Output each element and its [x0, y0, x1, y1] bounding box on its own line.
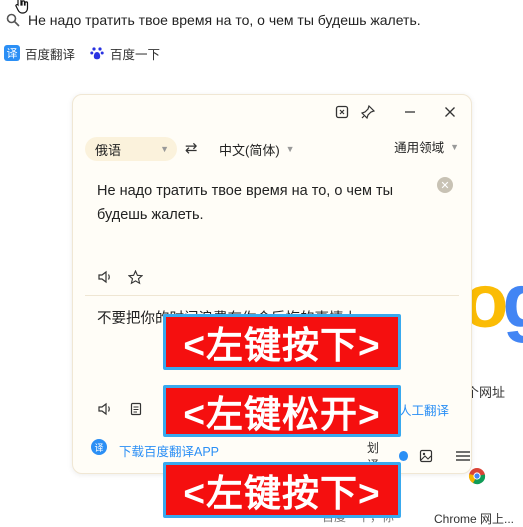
clear-icon[interactable]: ✕: [437, 177, 453, 193]
mouse-action-overlay: <左键按下>: [163, 462, 401, 518]
human-translation-link[interactable]: 人工翻译: [399, 400, 449, 419]
shortcut-baidu-search[interactable]: 百度一下: [85, 44, 164, 63]
minimize-icon[interactable]: [401, 103, 419, 121]
chevron-down-icon: ▼: [450, 141, 459, 152]
language-row: 俄语 ▼ ⇄ 中文(简体) ▼ 通用领域 ▼: [85, 137, 459, 161]
bg-chrome-label[interactable]: Chrome 网上...: [434, 510, 514, 527]
close-icon[interactable]: [441, 103, 459, 121]
search-query-text[interactable]: Не надо тратить твое время на то, о чем …: [28, 12, 421, 28]
swap-icon[interactable]: ⇄: [185, 139, 198, 157]
chevron-down-icon: ▼: [285, 144, 295, 154]
speaker-icon[interactable]: [97, 401, 113, 417]
address-bar[interactable]: Не надо тратить твое время на то, о чем …: [0, 0, 523, 40]
selection-translate-toggle[interactable]: [399, 451, 409, 461]
image-icon[interactable]: [418, 448, 433, 464]
domain-label: 通用领域: [394, 141, 445, 155]
search-icon: [6, 13, 20, 27]
target-language-label: 中文(简体): [219, 142, 280, 158]
mouse-action-overlay: <左键按下>: [163, 314, 401, 370]
star-icon[interactable]: [127, 269, 143, 285]
source-language-label: 俄语: [95, 142, 122, 158]
divider: [85, 295, 459, 296]
copy-icon[interactable]: [127, 401, 143, 417]
result-toolbar: [97, 401, 143, 417]
shortcut-label: 百度一下: [110, 47, 161, 62]
domain-select[interactable]: 通用领域 ▼: [394, 137, 459, 156]
speaker-icon[interactable]: [97, 269, 113, 285]
mouse-action-overlay: <左键松开>: [163, 385, 401, 437]
source-text-area[interactable]: Не надо тратить твое время на то, о чем …: [97, 179, 427, 227]
shortcut-bar: 译 百度翻译 百度一下: [0, 42, 164, 64]
download-app-link[interactable]: 下载百度翻译APP: [119, 441, 219, 460]
source-toolbar: [97, 269, 143, 285]
shortcut-label: 百度翻译: [25, 47, 76, 62]
menu-icon[interactable]: [455, 448, 471, 464]
screenshot-icon[interactable]: [333, 103, 351, 121]
chevron-down-icon: ▼: [160, 144, 169, 154]
fanyi-icon: 译: [4, 45, 20, 61]
shortcut-baidu-fanyi[interactable]: 译 百度翻译: [0, 44, 79, 63]
target-language-select[interactable]: 中文(简体) ▼: [219, 137, 303, 161]
pin-icon[interactable]: [359, 103, 377, 121]
baidu-paw-icon: [89, 45, 105, 61]
fanyi-app-icon: 译: [91, 439, 107, 455]
source-language-select[interactable]: 俄语 ▼: [85, 137, 177, 161]
